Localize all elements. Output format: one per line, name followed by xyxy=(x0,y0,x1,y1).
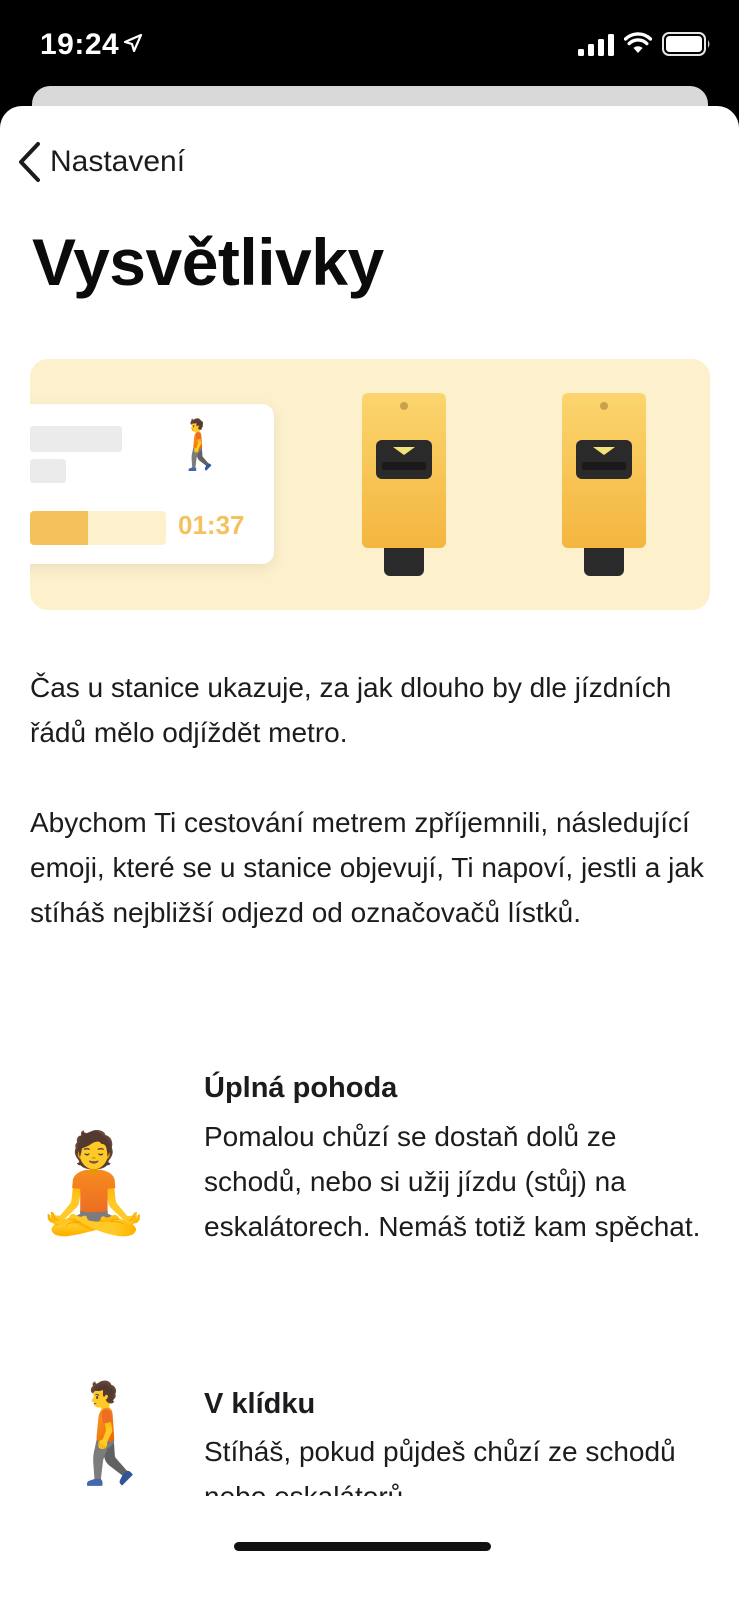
walking-person-emoji: 🚶 xyxy=(50,1380,170,1487)
legend-item-title: V klídku xyxy=(204,1388,316,1420)
chevron-left-icon xyxy=(19,142,40,182)
placeholder-line xyxy=(30,426,122,452)
status-bar: 19:24 xyxy=(0,0,739,95)
legend-item-description: Pomalou chůzí se dostaň dolů ze schodů, … xyxy=(204,1121,701,1242)
intro-paragraph: Čas u stanice ukazuje, za jak dlouho by … xyxy=(30,672,672,748)
home-indicator[interactable] xyxy=(234,1542,491,1551)
page-title: Vysvětlivky xyxy=(32,225,384,299)
location-arrow-icon xyxy=(123,33,143,53)
time-progress-fill xyxy=(30,511,89,545)
station-card-preview: 🚶 01:37 xyxy=(30,404,274,564)
legend-item-title: Úplná pohoda xyxy=(204,1072,398,1104)
explanations-sheet: Nastavení Vysvětlivky 🚶 01:37 Čas u stan… xyxy=(0,106,739,1600)
battery-icon xyxy=(662,32,710,56)
back-button-label: Nastavení xyxy=(50,145,186,178)
ticket-validator-illustration xyxy=(562,393,646,579)
wifi-icon xyxy=(624,32,652,53)
time-progress-bar xyxy=(30,511,166,545)
back-button[interactable]: Nastavení xyxy=(16,140,185,184)
status-time: 19:24 xyxy=(40,28,120,61)
cellular-signal-icon xyxy=(578,34,614,56)
intro-paragraph: Abychom Ti cestování metrem zpříjemnili,… xyxy=(30,807,704,928)
departure-countdown: 01:37 xyxy=(178,510,245,540)
meditating-person-emoji: 🧘 xyxy=(34,1130,154,1237)
station-illustration: 🚶 01:37 xyxy=(30,359,710,610)
ticket-validator-illustration xyxy=(362,393,446,579)
placeholder-line xyxy=(30,459,66,483)
walking-person-emoji: 🚶 xyxy=(170,419,230,472)
